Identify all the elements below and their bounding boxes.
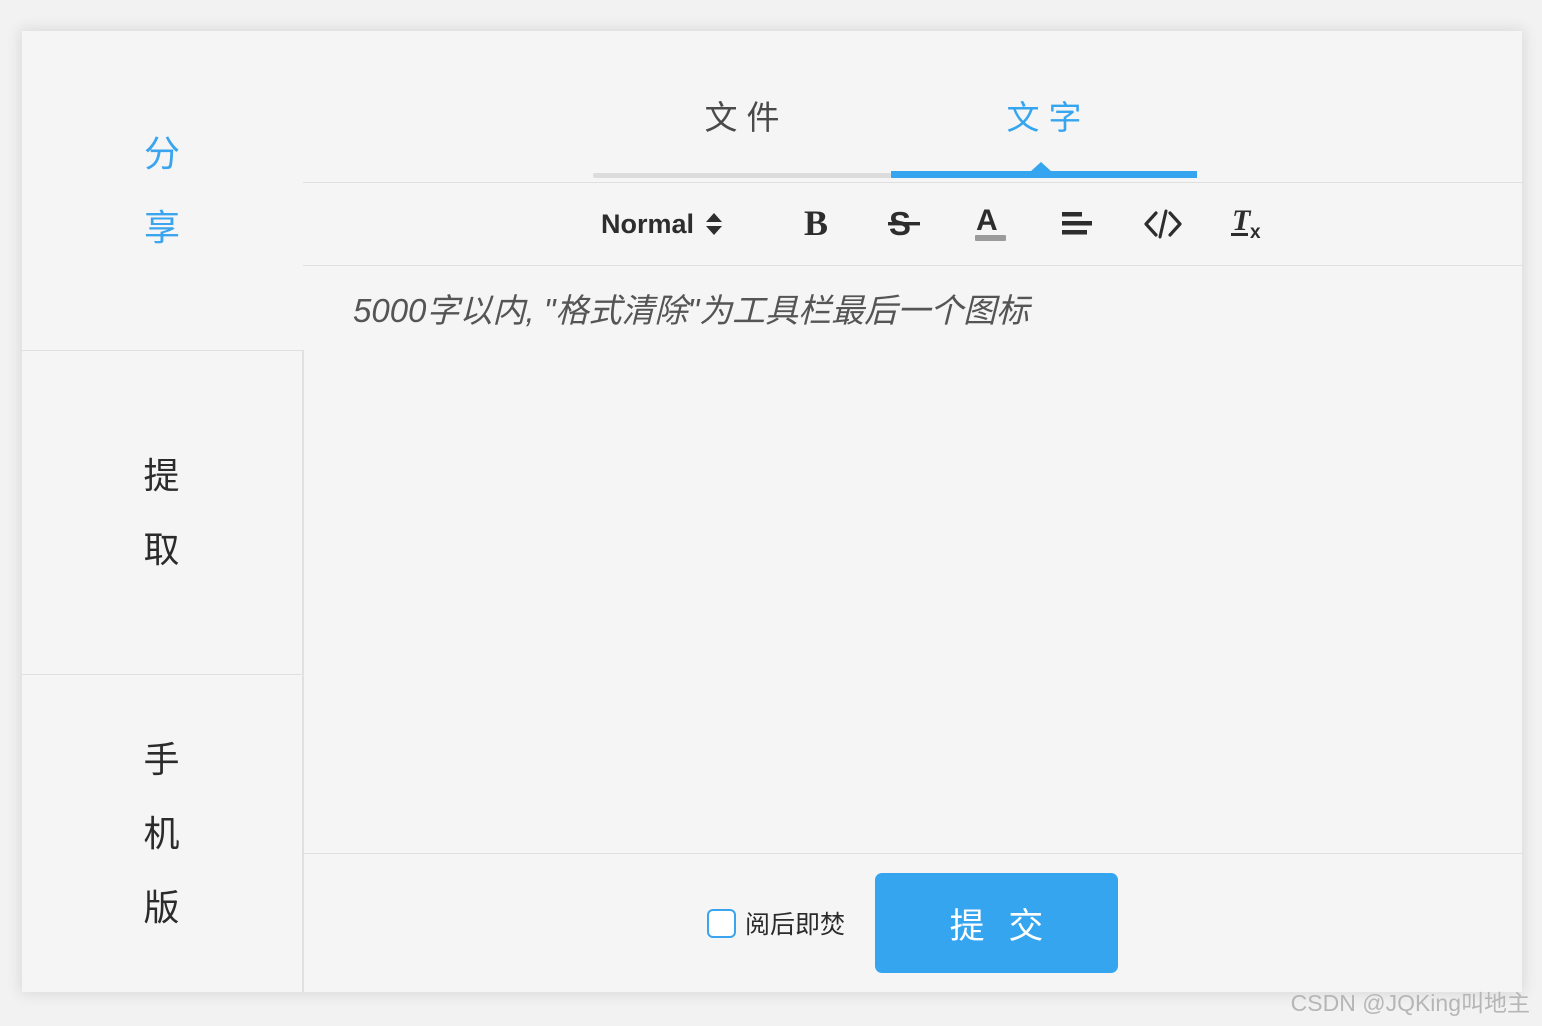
- font-size-picker[interactable]: Normal: [593, 194, 730, 254]
- app-root: 分 享 提 取 手 机 版 文件 文字 Normal B S A T x 500…: [0, 0, 1542, 1026]
- burn-after-reading-checkbox[interactable]: 阅后即焚: [706, 905, 845, 941]
- editor-toolbar: Normal B S A T x: [303, 182, 1522, 266]
- main-pane: 文件 文字 Normal B S A T x 5000字以内, "格式清除"为工…: [303, 31, 1522, 992]
- burn-after-reading-label: 阅后即焚: [744, 911, 845, 939]
- strikethrough-button[interactable]: S: [862, 194, 948, 254]
- sidebar-item-share-char-2: 享: [143, 206, 181, 248]
- sidebar-item-mobile-char-3: 版: [143, 887, 181, 928]
- sidebar-item-mobile[interactable]: 手 机 版: [22, 676, 303, 992]
- editor-placeholder: 5000字以内, "格式清除"为工具栏最后一个图标: [353, 292, 1030, 329]
- text-editor[interactable]: 5000字以内, "格式清除"为工具栏最后一个图标: [303, 266, 1522, 853]
- font-size-picker-value: Normal: [601, 208, 695, 239]
- tab-text[interactable]: 文字: [893, 91, 1195, 139]
- align-left-button[interactable]: [1034, 194, 1120, 254]
- tab-indicator-rail: [593, 162, 1197, 178]
- tab-active-caret-icon: [1030, 162, 1052, 172]
- svg-text:A: A: [976, 204, 998, 237]
- code-button[interactable]: [1120, 194, 1206, 254]
- sidebar-item-mobile-char-2: 机: [143, 813, 181, 854]
- tab-bar: 文件 文字: [303, 31, 1522, 182]
- sidebar-item-share-char-1: 分: [143, 132, 181, 174]
- sidebar-item-extract[interactable]: 提 取: [22, 350, 303, 675]
- align-left-icon: [1059, 209, 1095, 239]
- watermark: CSDN @JQKing叫地主: [1290, 990, 1530, 1016]
- sidebar-item-extract-char-2: 取: [143, 528, 181, 570]
- submit-button[interactable]: 提 交: [875, 873, 1118, 973]
- bold-button[interactable]: B: [776, 194, 862, 254]
- svg-text:B: B: [804, 204, 828, 243]
- clear-format-button[interactable]: T x: [1206, 194, 1292, 254]
- tab-rail-active-segment: [891, 171, 1197, 178]
- svg-text:T: T: [1232, 204, 1252, 237]
- clear-format-icon: T x: [1228, 202, 1270, 246]
- tab-rail-inactive-segment: [593, 173, 891, 178]
- strikethrough-icon: S: [887, 204, 923, 244]
- svg-text:x: x: [1250, 222, 1261, 243]
- tab-file[interactable]: 文件: [591, 91, 893, 139]
- checkbox-box-icon[interactable]: [706, 908, 736, 938]
- text-color-icon: A: [973, 202, 1009, 246]
- chevron-updown-icon: [706, 213, 723, 235]
- sidebar-item-extract-char-1: 提: [143, 454, 181, 496]
- sidebar-item-mobile-char-1: 手: [143, 739, 181, 780]
- share-panel-card: 分 享 提 取 手 机 版 文件 文字 Normal B S A T x 500…: [22, 31, 1522, 992]
- code-icon: [1143, 207, 1183, 241]
- bold-icon: B: [802, 204, 836, 244]
- sidebar: 分 享 提 取 手 机 版: [22, 31, 303, 992]
- text-color-button[interactable]: A: [948, 194, 1034, 254]
- sidebar-item-share[interactable]: 分 享: [22, 31, 303, 350]
- editor-footer: 阅后即焚 提 交: [303, 853, 1522, 992]
